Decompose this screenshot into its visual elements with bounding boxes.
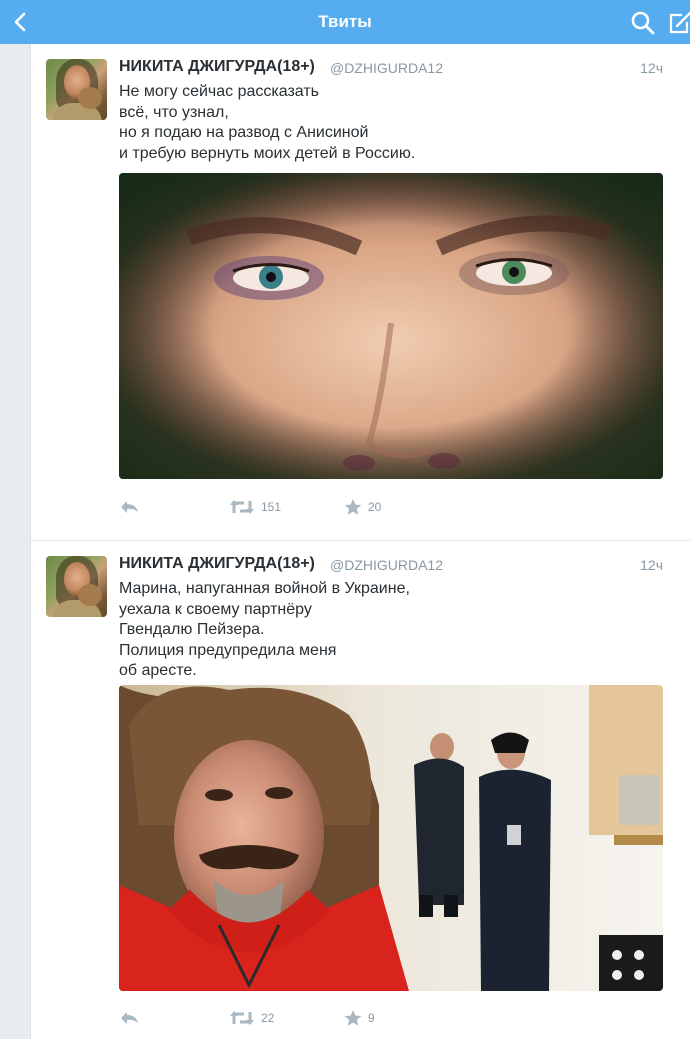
tweet-text-line: Гвендалю Пейзера. bbox=[119, 621, 265, 638]
tweet-text-line: Полиция предупредила меня bbox=[119, 641, 337, 659]
tweet[interactable]: НИКИТА ДЖИГУРДА(18+) @DZHIGURDA12 12ч Ма… bbox=[31, 540, 690, 1039]
favorite-button[interactable]: 9 bbox=[344, 1007, 375, 1029]
timeline[interactable]: НИКИТА ДЖИГУРДА(18+) @DZHIGURDA12 12ч Не… bbox=[30, 44, 690, 1039]
reply-icon bbox=[121, 1012, 138, 1024]
tweet-timestamp: 12ч bbox=[640, 557, 663, 573]
photo-man-and-police bbox=[119, 685, 663, 991]
tweet-photo[interactable] bbox=[119, 173, 663, 479]
photo-eyes-closeup bbox=[119, 173, 663, 479]
tweet-actions: 22 9 bbox=[119, 1007, 419, 1031]
favorite-count: 20 bbox=[368, 500, 382, 514]
retweet-icon bbox=[230, 500, 254, 514]
tweet-text-line: Не могу сейчас рассказать bbox=[119, 83, 320, 100]
tweet-text-line: и требую вернуть моих детей в Россию. bbox=[119, 144, 416, 162]
favorite-button[interactable]: 20 bbox=[344, 496, 381, 518]
star-icon bbox=[344, 499, 362, 515]
author-name[interactable]: НИКИТА ДЖИГУРДА(18+) bbox=[119, 58, 315, 76]
compose-icon[interactable] bbox=[668, 10, 690, 36]
retweet-count: 22 bbox=[261, 1011, 275, 1025]
retweet-icon bbox=[230, 1011, 254, 1025]
avatar[interactable] bbox=[46, 59, 107, 120]
retweet-button[interactable]: 22 bbox=[229, 1007, 274, 1029]
reply-button[interactable] bbox=[119, 1007, 139, 1029]
author-handle[interactable]: @DZHIGURDA12 bbox=[330, 60, 443, 76]
tweet-text-line: но я подаю на развод с Анисиной bbox=[119, 124, 369, 141]
tweet-text-line: всё, что узнал, bbox=[119, 103, 229, 121]
avatar-pet bbox=[78, 87, 102, 109]
reply-icon bbox=[121, 501, 138, 513]
author-name[interactable]: НИКИТА ДЖИГУРДА(18+) bbox=[119, 555, 315, 573]
top-nav-bar: Твиты bbox=[0, 0, 690, 44]
avatar[interactable] bbox=[46, 556, 107, 617]
tweet[interactable]: НИКИТА ДЖИГУРДА(18+) @DZHIGURDA12 12ч Не… bbox=[31, 44, 690, 539]
retweet-button[interactable]: 151 bbox=[229, 496, 281, 518]
tweet-text: Не могу сейчас рассказать всё, что узнал… bbox=[119, 82, 659, 164]
tweet-actions: 151 20 bbox=[119, 496, 419, 520]
back-chevron-icon[interactable] bbox=[10, 11, 32, 33]
tweet-photo[interactable] bbox=[119, 685, 663, 991]
search-icon[interactable] bbox=[630, 10, 656, 36]
tweet-text-line: уехала к своему партнёру bbox=[119, 600, 312, 618]
tweet-timestamp: 12ч bbox=[640, 60, 663, 76]
tweet-text-line: Марина, напуганная войной в Украине, bbox=[119, 580, 410, 597]
retweet-count: 151 bbox=[261, 500, 282, 514]
avatar-pet bbox=[78, 584, 102, 606]
tweet-text: Марина, напуганная войной в Украине, уех… bbox=[119, 579, 659, 682]
reply-button[interactable] bbox=[119, 496, 139, 518]
star-icon bbox=[344, 1010, 362, 1026]
page-title: Твиты bbox=[318, 12, 372, 31]
tweet-text-line: об аресте. bbox=[119, 662, 197, 679]
favorite-count: 9 bbox=[368, 1011, 375, 1025]
author-handle[interactable]: @DZHIGURDA12 bbox=[330, 557, 443, 573]
